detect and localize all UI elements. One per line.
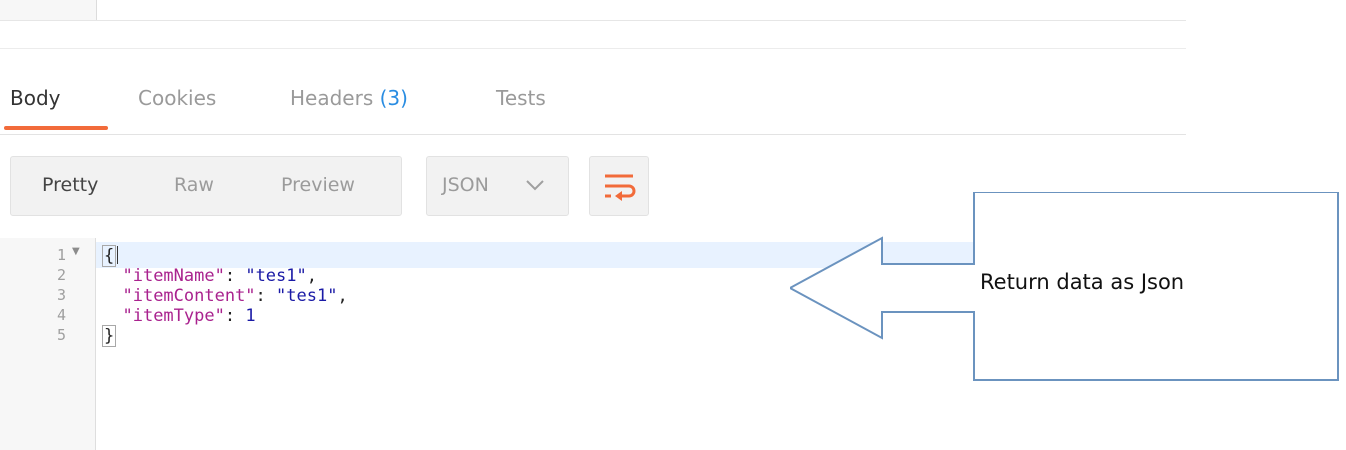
line-number: 3 (56, 286, 66, 304)
code-line: "itemType": 1 (122, 306, 256, 326)
wrap-lines-button[interactable] (589, 156, 649, 216)
response-tabs: Body Cookies Headers (3) Tests (0, 82, 1186, 135)
json-punct: , (337, 286, 348, 306)
text-cursor (117, 246, 119, 264)
json-open-brace: { (102, 245, 117, 267)
tab-headers-label: Headers (290, 86, 374, 110)
json-key: "itemType" (122, 306, 225, 326)
chevron-down-icon (525, 177, 545, 196)
line-number: 1 (56, 246, 66, 264)
annotation-text: Return data as Json (980, 270, 1185, 294)
tab-tests[interactable]: Tests (496, 86, 546, 110)
code-line: "itemContent": "tes1", (122, 286, 348, 306)
line-number: 5 (56, 326, 66, 344)
tab-headers[interactable]: Headers (3) (290, 86, 408, 110)
code-line: { (102, 245, 119, 267)
url-bar-area (0, 0, 1186, 21)
code-line: } (102, 325, 117, 347)
json-close-brace: } (102, 325, 117, 347)
wrap-lines-icon (605, 174, 636, 201)
tab-cookies[interactable]: Cookies (138, 86, 216, 110)
code-line: "itemName": "tes1", (122, 266, 317, 286)
tab-body[interactable]: Body (10, 86, 61, 110)
section-divider (0, 48, 1186, 49)
active-tab-indicator (4, 126, 108, 130)
view-preview-button[interactable]: Preview (281, 174, 355, 196)
view-mode-selector: Pretty Raw Preview (10, 156, 402, 216)
json-value: "tes1" (276, 286, 338, 306)
fold-arrow-icon[interactable]: ▼ (72, 246, 80, 257)
json-key: "itemContent" (122, 286, 256, 306)
line-number: 2 (56, 266, 66, 284)
annotation-callout: Return data as Json (787, 191, 1346, 384)
format-select[interactable]: JSON (426, 156, 569, 216)
json-value: "tes1" (245, 266, 307, 286)
headers-count-badge: (3) (379, 86, 408, 110)
view-pretty-button[interactable]: Pretty (42, 174, 98, 196)
view-raw-button[interactable]: Raw (174, 174, 214, 196)
url-bar-left-cap (0, 0, 97, 20)
json-punct: , (306, 266, 317, 286)
format-select-value: JSON (442, 174, 489, 196)
json-value: 1 (245, 306, 256, 326)
json-key: "itemName" (122, 266, 225, 286)
line-number-gutter: 1 ▼ 2 3 4 5 (0, 238, 96, 450)
line-number: 4 (56, 306, 66, 324)
